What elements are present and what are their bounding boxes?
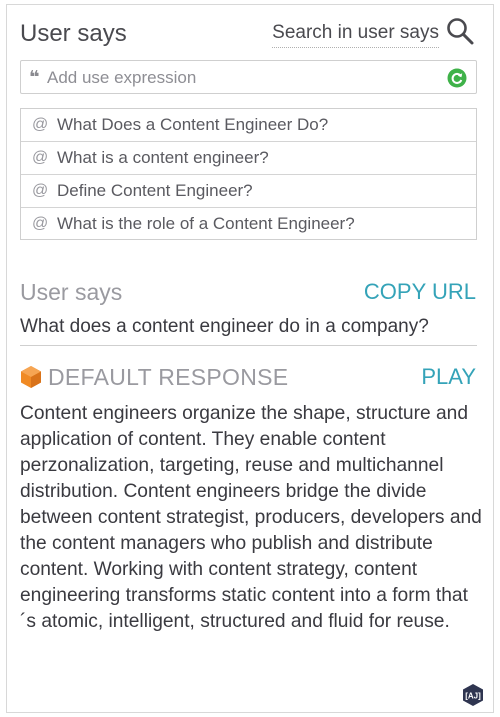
expression-item[interactable]: @ What is a content engineer? [21,142,476,175]
add-expression-input[interactable]: ❝ Add use expression [20,60,477,94]
user-says-value: What does a content engineer do in a com… [20,316,429,337]
search-user-says-link[interactable]: Search in user says [272,22,439,48]
expression-list: @ What Does a Content Engineer Do? @ Wha… [20,108,477,240]
expression-item[interactable]: @ What Does a Content Engineer Do? [21,109,476,142]
expression-text: What is a content engineer? [57,148,269,167]
expression-text: What is the role of a Content Engineer? [57,214,355,233]
at-icon: @ [32,182,49,199]
default-response-title: DEFAULT RESPONSE [48,364,289,390]
copy-url-button[interactable]: COPY URL [364,279,476,305]
page-title: User says [20,20,127,47]
at-icon: @ [32,116,49,133]
hexagon-icon [21,366,41,388]
search-icon[interactable] [445,16,475,46]
add-expression-placeholder: Add use expression [47,68,197,87]
user-says-label: User says [20,279,123,305]
quote-icon: ❝ [29,67,40,87]
default-response-text: Content engineers organize the shape, st… [20,403,482,632]
expression-item[interactable]: @ What is the role of a Content Engineer… [21,208,476,241]
expression-item[interactable]: @ Define Content Engineer? [21,175,476,208]
header: User says Search in user says [20,18,475,50]
play-button[interactable]: PLAY [421,364,476,390]
svg-text:[AJ]: [AJ] [465,692,481,701]
at-icon: @ [32,149,49,166]
expression-text: What Does a Content Engineer Do? [57,115,329,134]
expression-text: Define Content Engineer? [57,181,253,200]
divider [20,345,477,346]
refresh-icon[interactable] [447,68,467,88]
aj-badge-icon: [AJ] [463,684,483,706]
at-icon: @ [32,215,49,232]
